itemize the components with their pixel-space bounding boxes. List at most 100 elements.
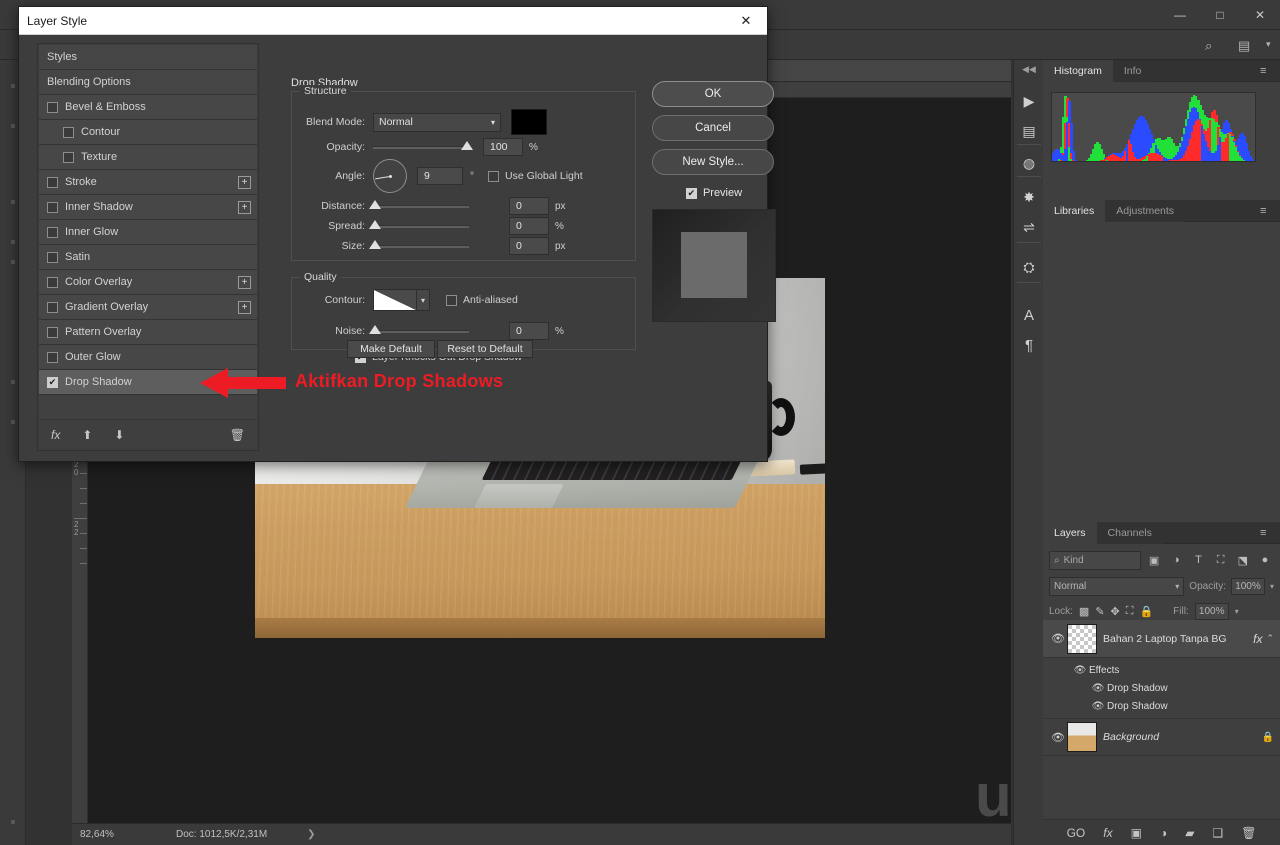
lock-position-icon[interactable]: ✥ <box>1111 605 1120 618</box>
link-layers-icon[interactable]: GO <box>1067 826 1086 840</box>
tab-layers[interactable]: Layers <box>1043 522 1097 544</box>
list-item[interactable]: 👁 Drop Shadow <box>1071 697 1280 715</box>
move-down-icon[interactable]: ⬇ <box>114 428 124 442</box>
tab-adjustments[interactable]: Adjustments <box>1105 200 1186 222</box>
ok-button[interactable]: OK <box>652 81 774 107</box>
use-global-light-checkbox[interactable] <box>488 170 499 182</box>
tool-icon[interactable] <box>11 240 15 244</box>
style-item-outer-glow[interactable]: Outer Glow <box>39 345 257 370</box>
new-group-icon[interactable]: ▰ <box>1185 826 1194 840</box>
tab-info[interactable]: Info <box>1112 60 1153 82</box>
shadow-color-swatch[interactable] <box>511 109 547 135</box>
layer-blend-mode-select[interactable]: Normal ▾ <box>1049 576 1185 596</box>
list-item[interactable]: 👁 Effects <box>1071 661 1280 679</box>
search-icon[interactable]: ⌕ <box>1205 38 1212 54</box>
chevron-down-icon[interactable]: ▾ <box>1270 582 1274 591</box>
spread-slider[interactable] <box>369 219 469 229</box>
anti-aliased-checkbox[interactable] <box>446 294 457 306</box>
style-checkbox[interactable]: ✔ <box>47 376 58 388</box>
history-icon[interactable]: ▤ <box>1014 116 1044 146</box>
pixel-filter-icon[interactable]: ▣ <box>1145 551 1163 570</box>
tool-icon[interactable] <box>11 200 15 204</box>
opacity-input[interactable]: 100 <box>483 138 523 156</box>
chevron-up-icon[interactable]: ⌃ <box>1266 633 1274 644</box>
tool-icon[interactable] <box>11 124 15 128</box>
workspace-icon[interactable]: ▤ <box>1238 38 1250 54</box>
noise-input[interactable]: 0 <box>509 322 549 340</box>
tab-histogram[interactable]: Histogram <box>1043 60 1113 82</box>
style-item-blending-options[interactable]: Blending Options <box>39 70 257 95</box>
add-effect-icon[interactable]: + <box>238 201 251 214</box>
layer-name[interactable]: Background <box>1103 731 1262 743</box>
delete-layer-icon[interactable]: 🗑 <box>1241 826 1256 840</box>
add-mask-icon[interactable]: ▣ <box>1131 826 1142 840</box>
shape-filter-icon[interactable]: ⛶ <box>1212 551 1230 570</box>
add-effect-icon[interactable]: + <box>238 276 251 289</box>
noise-slider-knob[interactable] <box>369 324 381 334</box>
style-item-inner-shadow[interactable]: Inner Shadow + <box>39 195 257 220</box>
fx-icon[interactable]: fx <box>51 428 60 442</box>
opacity-slider-knob[interactable] <box>461 140 473 150</box>
chevron-down-icon[interactable]: ▾ <box>1235 607 1239 616</box>
blend-mode-select[interactable]: Normal ▾ <box>373 112 501 132</box>
tab-channels[interactable]: Channels <box>1096 522 1163 544</box>
close-icon[interactable]: ✕ <box>725 7 767 35</box>
size-input[interactable]: 0 <box>509 237 549 255</box>
type-filter-icon[interactable]: T <box>1189 551 1207 570</box>
angle-dial[interactable] <box>373 159 407 193</box>
zoom-level[interactable]: 82,64% <box>72 829 128 840</box>
style-checkbox[interactable] <box>63 151 74 163</box>
effects-visibility-icon[interactable]: 👁 <box>1071 665 1089 676</box>
adjustments-icon[interactable]: ⇌ <box>1014 212 1044 242</box>
character-icon[interactable]: A <box>1014 300 1044 330</box>
size-slider-knob[interactable] <box>369 239 381 249</box>
layer-visibility-icon[interactable]: 👁 <box>1049 731 1067 744</box>
panel-menu-icon[interactable]: ≡ <box>1260 206 1272 217</box>
lock-all-icon[interactable]: 🔒 <box>1139 605 1153 618</box>
list-item[interactable]: 👁 Drop Shadow <box>1071 679 1280 697</box>
make-default-button[interactable]: Make Default <box>347 340 435 358</box>
table-row[interactable]: 👁 Bahan 2 Laptop Tanpa BG fx ⌃ <box>1043 620 1280 658</box>
style-checkbox[interactable] <box>47 251 58 263</box>
layer-name[interactable]: Bahan 2 Laptop Tanpa BG <box>1103 633 1253 645</box>
tool-icon[interactable] <box>11 820 15 824</box>
opacity-slider[interactable] <box>373 140 473 150</box>
new-style-button[interactable]: New Style... <box>652 149 774 175</box>
status-expand-icon[interactable]: ❯ <box>307 829 315 840</box>
tool-icon[interactable] <box>11 420 15 424</box>
table-row[interactable]: 👁 Background 🔒 <box>1043 718 1280 756</box>
style-checkbox[interactable] <box>47 351 58 363</box>
adjustment-layer-icon[interactable]: ◑ <box>1160 826 1167 840</box>
collapse-panels-icon[interactable]: ◀◀ <box>1022 64 1036 75</box>
tab-libraries[interactable]: Libraries <box>1043 200 1106 222</box>
layer-opacity-value[interactable]: 100% <box>1230 577 1265 595</box>
style-checkbox[interactable] <box>47 301 58 313</box>
reset-to-default-button[interactable]: Reset to Default <box>437 340 533 358</box>
style-checkbox[interactable] <box>47 276 58 288</box>
contour-preview[interactable] <box>373 289 417 311</box>
style-item-texture[interactable]: Texture <box>39 145 257 170</box>
add-effect-icon[interactable]: + <box>238 301 251 314</box>
style-item-styles[interactable]: Styles <box>39 45 257 70</box>
layer-kind-select[interactable]: ⌕ Kind <box>1049 550 1141 570</box>
style-item-gradient-overlay[interactable]: Gradient Overlay + <box>39 295 257 320</box>
maximize-button[interactable]: □ <box>1200 0 1240 30</box>
paragraph-icon[interactable]: ¶ <box>1014 330 1044 360</box>
minimize-button[interactable]: — <box>1160 0 1200 30</box>
delete-icon[interactable]: 🗑 <box>230 428 245 442</box>
spread-input[interactable]: 0 <box>509 217 549 235</box>
add-effect-icon[interactable]: + <box>238 176 251 189</box>
contour-dropdown-icon[interactable]: ▾ <box>417 289 430 311</box>
style-checkbox[interactable] <box>47 326 58 338</box>
lock-image-icon[interactable]: ✎ <box>1095 605 1104 618</box>
swatches-icon[interactable]: ✸ <box>1014 182 1044 212</box>
spread-slider-knob[interactable] <box>369 219 381 229</box>
angle-input[interactable]: 9 <box>417 167 463 185</box>
style-checkbox[interactable] <box>47 226 58 238</box>
play-icon[interactable]: ▶ <box>1014 86 1044 116</box>
layer-fill-value[interactable]: 100% <box>1194 602 1229 620</box>
smart-object-filter-icon[interactable]: ⬔ <box>1234 551 1252 570</box>
style-checkbox[interactable] <box>47 101 58 113</box>
distance-slider[interactable] <box>369 199 469 209</box>
style-item-stroke[interactable]: Stroke + <box>39 170 257 195</box>
